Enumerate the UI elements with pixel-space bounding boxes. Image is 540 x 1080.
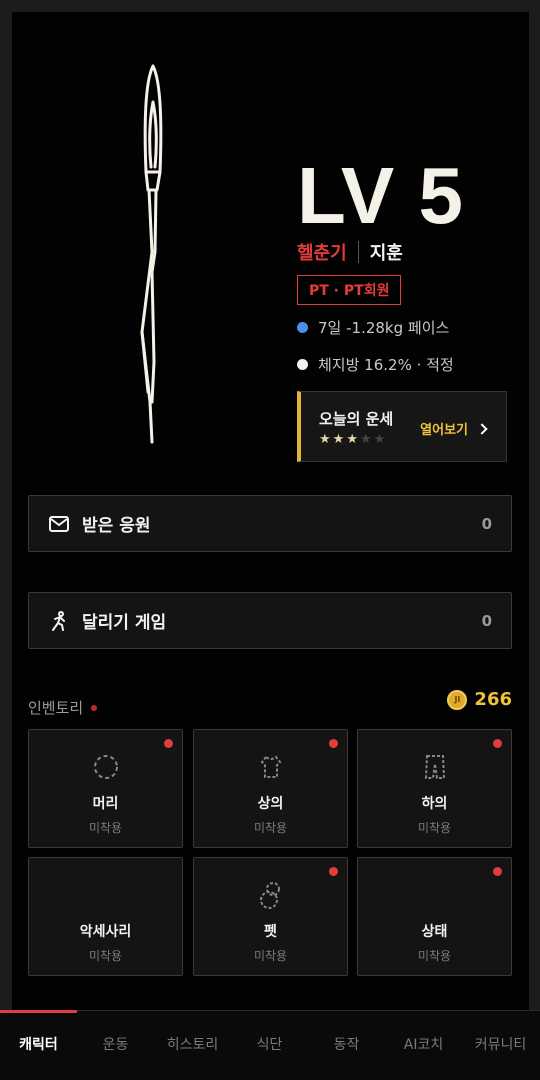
slot-name: 악세사리 — [79, 924, 132, 940]
tab-community[interactable]: 커뮤니티 — [462, 1011, 539, 1077]
star-empty-icon: ★ — [373, 432, 388, 447]
tab-diet[interactable]: 식단 — [231, 1011, 308, 1077]
tab-movement[interactable]: 동작 — [308, 1011, 385, 1077]
inventory-slot-accessory[interactable]: 악세사리 미착용 — [28, 857, 183, 976]
slot-name: 펫 — [264, 924, 277, 940]
fortune-title: 오늘의 운세 — [319, 410, 394, 428]
rank-name-row: 헬춘기 지훈 — [297, 240, 403, 264]
fortune-stars: ★★★★★ — [319, 432, 387, 447]
tab-history[interactable]: 히스토리 — [154, 1011, 231, 1077]
slot-name: 상태 — [421, 924, 448, 940]
slot-state: 미착용 — [253, 821, 288, 835]
top-icon — [260, 755, 282, 778]
slot-state: 미착용 — [88, 949, 123, 963]
character-figure — [140, 64, 163, 444]
tab-exercise[interactable]: 운동 — [77, 1011, 154, 1077]
slot-name: 머리 — [92, 796, 119, 812]
received-cheers-card[interactable]: 받은 응원 0 — [28, 495, 512, 552]
rank-label: 헬춘기 — [297, 243, 347, 264]
star-icon: ★ — [319, 432, 333, 447]
inventory-slot-bottom[interactable]: 하의 미착용 — [357, 729, 512, 848]
running-game-label: 달리기 게임 — [82, 613, 167, 633]
star-icon: ★ — [346, 432, 360, 447]
new-dot-icon — [329, 739, 338, 748]
slot-state: 미착용 — [88, 821, 123, 835]
tab-character[interactable]: 캐릭터 — [0, 1011, 77, 1077]
status-bar — [0, 0, 540, 12]
inventory-slot-pet[interactable]: 펫 미착용 — [193, 857, 348, 976]
pet-icon — [260, 882, 280, 909]
tab-ai-coach[interactable]: AI코치 — [385, 1011, 462, 1077]
star-icon: ★ — [332, 432, 347, 447]
blue-dot-icon — [297, 322, 308, 333]
slot-state: 미착용 — [417, 821, 452, 835]
coin-amount: 266 — [474, 689, 512, 710]
coin-balance: JI 266 — [447, 689, 512, 710]
bottom-tab-bar: 캐릭터 운동 히스토리 식단 동작 AI코치 커뮤니티 — [0, 1010, 540, 1080]
inventory-slot-status[interactable]: 상태 미착용 — [357, 857, 512, 976]
new-dot-icon — [91, 704, 98, 711]
new-dot-icon — [493, 867, 502, 876]
slot-name: 하의 — [421, 796, 448, 812]
slot-state: 미착용 — [253, 949, 288, 963]
username: 지훈 — [369, 243, 403, 264]
new-dot-icon — [493, 739, 502, 748]
runner-icon — [48, 610, 70, 632]
white-dot-icon — [297, 359, 308, 370]
fortune-open-label: 열어보기 — [420, 423, 468, 438]
divider — [357, 241, 359, 263]
mail-icon — [48, 513, 70, 535]
weight-pace-text: 7일 -1.28kg 페이스 — [318, 319, 450, 337]
received-cheers-count: 0 — [481, 514, 492, 533]
hair-icon — [94, 755, 118, 779]
weight-pace-stat: 7일 -1.28kg 페이스 — [297, 317, 449, 338]
fortune-card[interactable]: 오늘의 운세 ★★★★★ 열어보기 — [297, 391, 507, 462]
new-dot-icon — [329, 867, 338, 876]
inventory-slot-hair[interactable]: 머리 미착용 — [28, 729, 183, 848]
body-fat-stat: 체지방 16.2% · 적정 — [297, 354, 454, 375]
inventory-title: 인벤토리 — [28, 697, 98, 718]
body-fat-text: 체지방 16.2% · 적정 — [318, 356, 454, 374]
running-game-card[interactable]: 달리기 게임 0 — [28, 592, 512, 649]
chevron-right-icon — [476, 422, 488, 435]
star-empty-icon: ★ — [359, 432, 374, 447]
received-cheers-label: 받은 응원 — [82, 516, 151, 536]
level-label: LV 5 — [297, 151, 465, 240]
inventory-title-label: 인벤토리 — [28, 699, 84, 717]
coin-icon: JI — [447, 689, 468, 710]
slot-state: 미착용 — [417, 949, 452, 963]
slot-name: 상의 — [257, 796, 284, 812]
running-game-count: 0 — [481, 611, 492, 630]
inventory-slot-top[interactable]: 상의 미착용 — [193, 729, 348, 848]
bottom-icon — [424, 755, 446, 779]
fortune-open-button[interactable]: 열어보기 — [420, 419, 488, 438]
new-dot-icon — [164, 739, 173, 748]
membership-badge: PT · PT회원 — [297, 275, 402, 305]
